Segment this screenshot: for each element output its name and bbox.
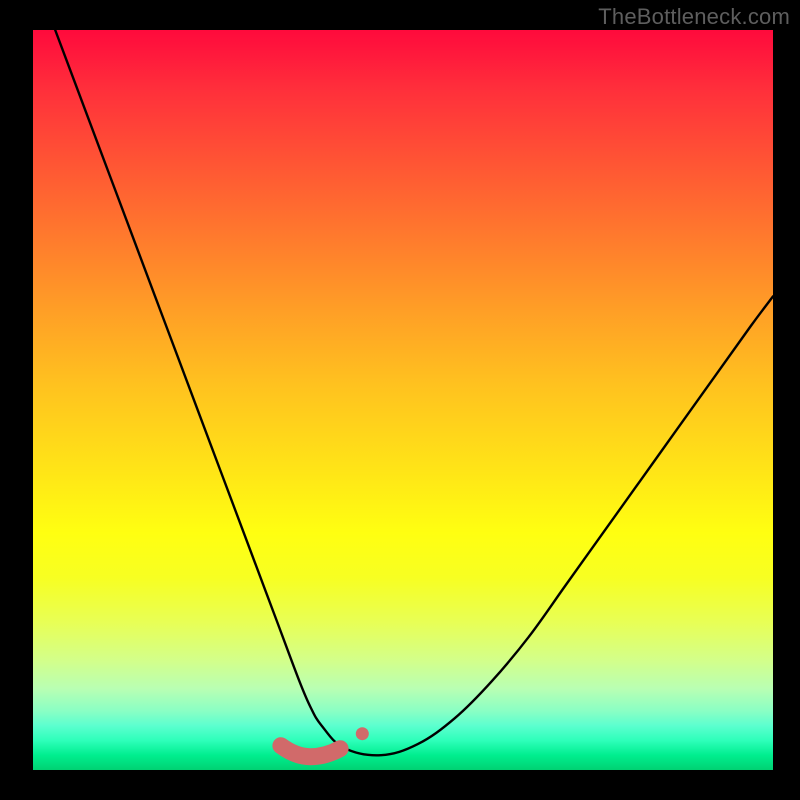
flat-valley-marker (281, 746, 340, 757)
plot-area (33, 30, 773, 770)
watermark-text: TheBottleneck.com (598, 4, 790, 30)
curve-layer (33, 30, 773, 770)
bottleneck-curve (55, 30, 773, 755)
highlight-marker (356, 727, 369, 740)
chart-frame: TheBottleneck.com (0, 0, 800, 800)
